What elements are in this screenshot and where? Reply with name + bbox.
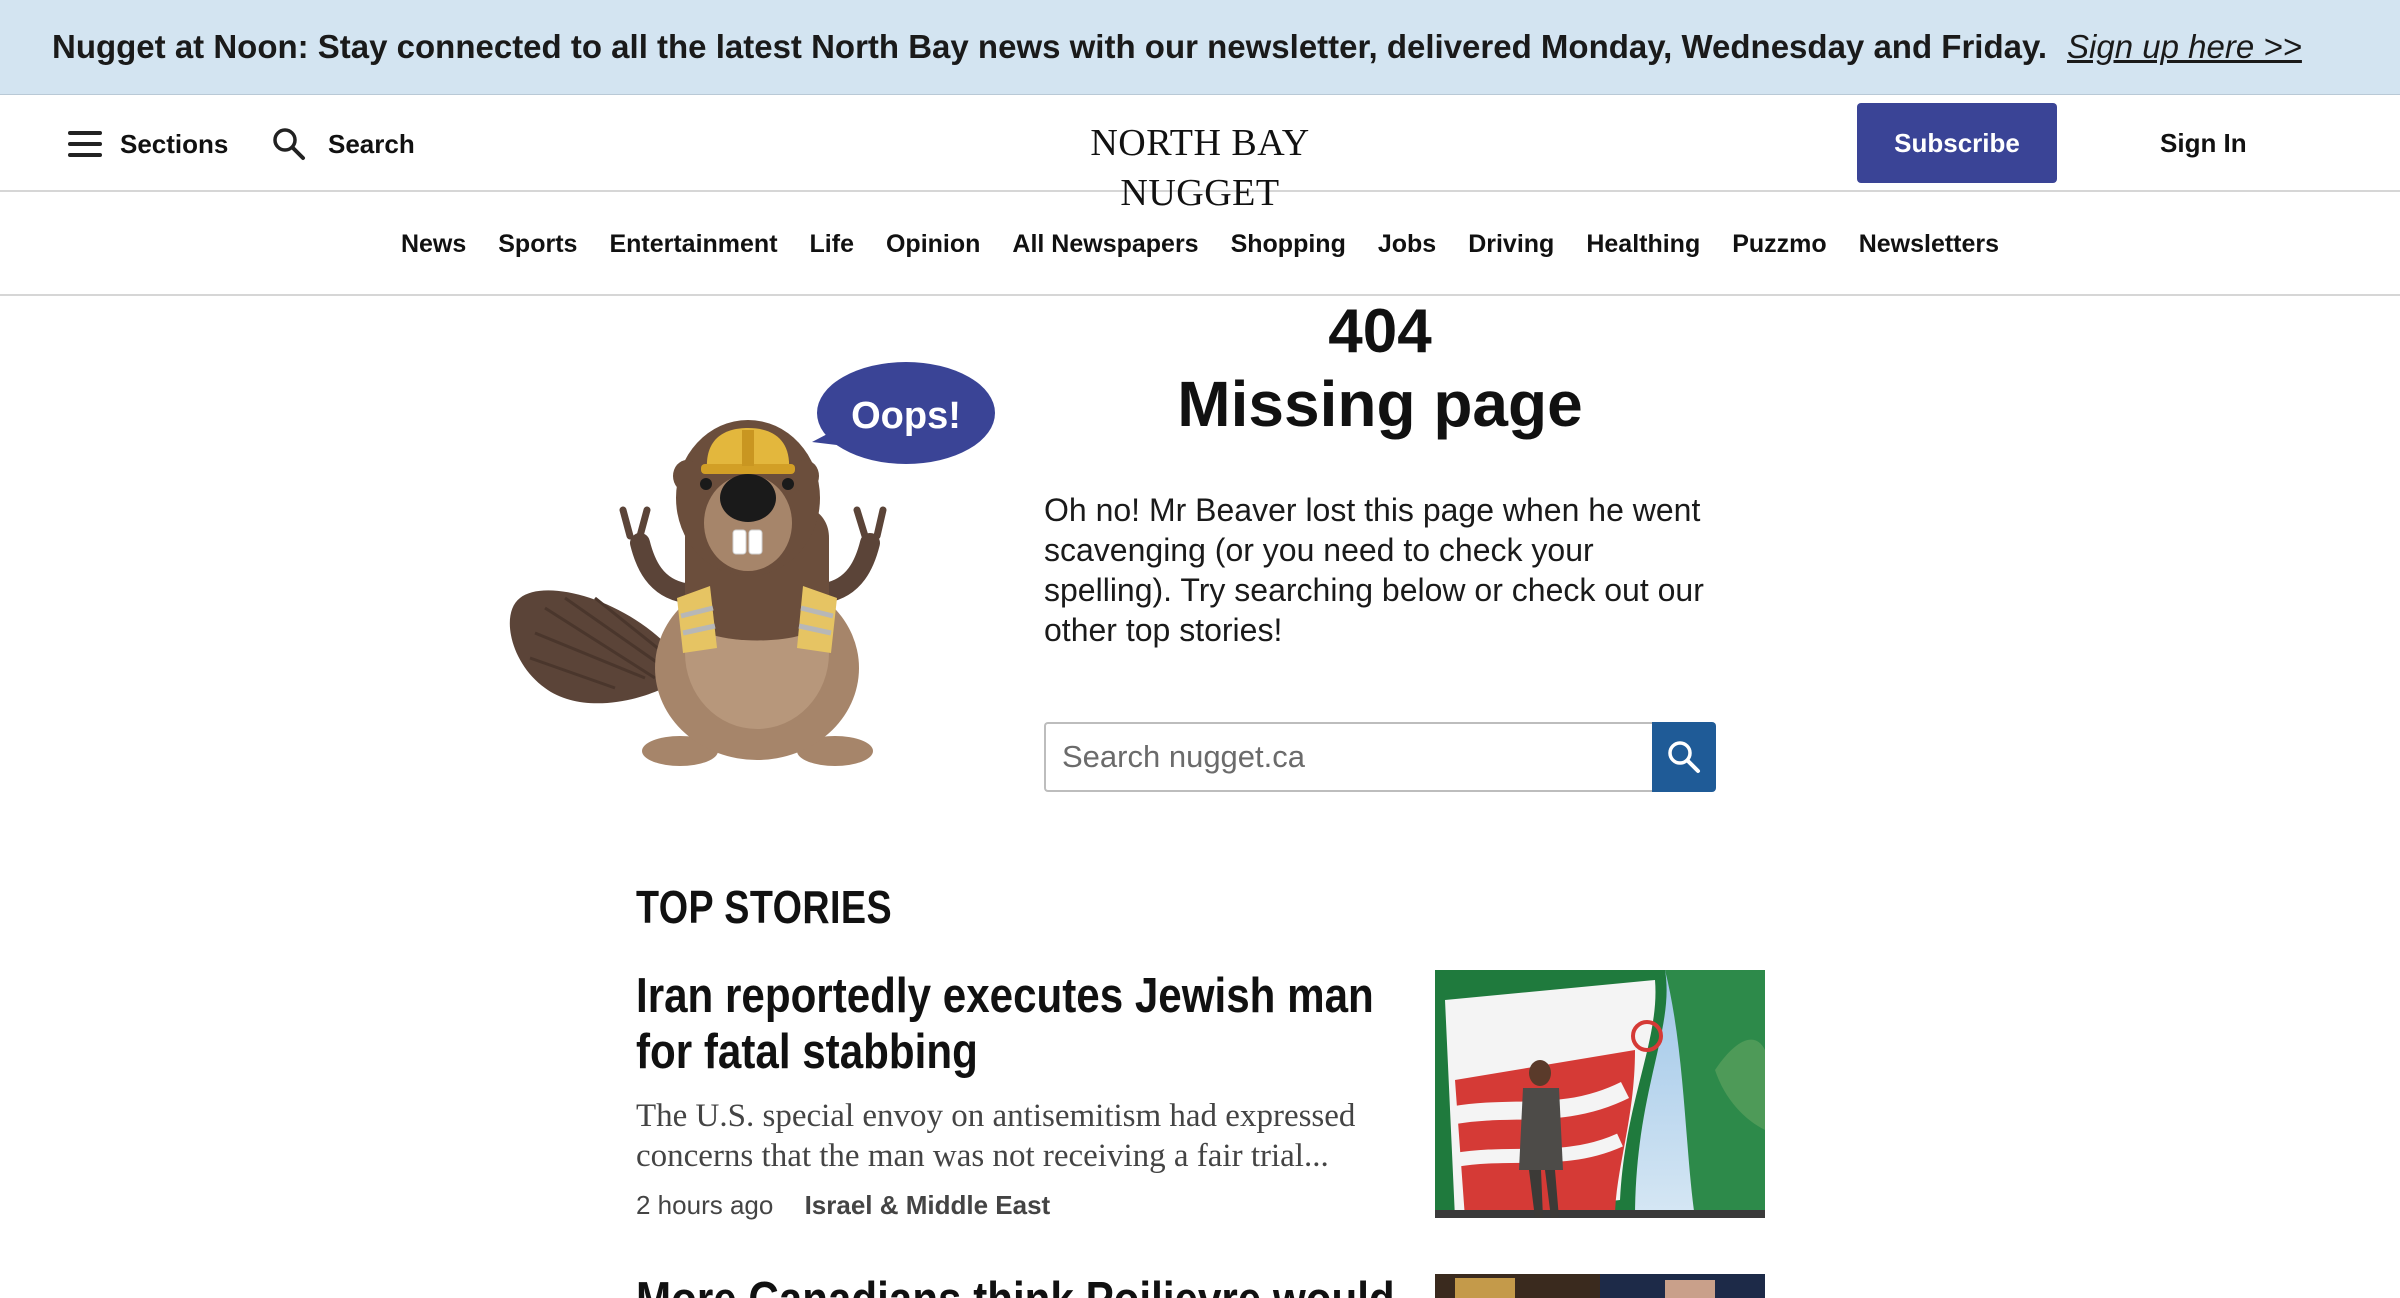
nav-item-healthing[interactable]: Healthing — [1570, 192, 1716, 296]
nav-item-opinion[interactable]: Opinion — [870, 192, 996, 296]
sign-in-button[interactable]: Sign In — [2160, 118, 2247, 168]
header-search-button[interactable]: Search — [272, 120, 415, 168]
newsletter-banner: Nugget at Noon: Stay connected to all th… — [0, 0, 2400, 95]
sections-button[interactable]: Sections — [68, 120, 228, 168]
story-image[interactable] — [1435, 970, 1765, 1218]
nav-item-entertainment[interactable]: Entertainment — [593, 192, 793, 296]
nav-item-jobs[interactable]: Jobs — [1362, 192, 1452, 296]
nav-item-news[interactable]: News — [385, 192, 482, 296]
nav-item-all-newspapers[interactable]: All Newspapers — [996, 192, 1214, 296]
main-nav: News Sports Entertainment Life Opinion A… — [0, 192, 2400, 296]
nav-item-sports[interactable]: Sports — [482, 192, 593, 296]
site-search-input[interactable] — [1044, 722, 1652, 792]
error-description: Oh no! Mr Beaver lost this page when he … — [1044, 492, 1704, 648]
subscribe-button[interactable]: Subscribe — [1857, 103, 2057, 183]
story-image[interactable] — [1435, 1274, 1765, 1298]
bubble-text: Oops! — [851, 395, 961, 437]
error-code: 404 — [1328, 297, 1432, 366]
story-meta: 2 hours ago Israel & Middle East — [636, 1190, 1416, 1221]
story-title[interactable]: More Canadians think Poilievre would — [636, 1272, 1410, 1298]
story-category[interactable]: Israel & Middle East — [805, 1190, 1051, 1220]
nav-item-newsletters[interactable]: Newsletters — [1843, 192, 2015, 296]
search-label: Search — [328, 128, 415, 159]
beaver-illustration: Oops! — [509, 362, 995, 766]
hamburger-icon — [68, 131, 102, 157]
nav-item-shopping[interactable]: Shopping — [1215, 192, 1362, 296]
story-item: Iran reportedly executes Jewish man for … — [636, 968, 1416, 1221]
sections-label: Sections — [120, 128, 229, 159]
nav-item-driving[interactable]: Driving — [1452, 192, 1570, 296]
search-icon — [1668, 741, 1700, 773]
nav-item-puzzmo[interactable]: Puzzmo — [1716, 192, 1842, 296]
beaver-tail — [509, 590, 680, 704]
speech-bubble: Oops! — [812, 362, 995, 464]
top-stories-heading: TOP STORIES — [636, 881, 893, 933]
site-search-submit-button[interactable] — [1652, 722, 1716, 792]
search-icon — [273, 128, 305, 160]
banner-signup-link[interactable]: Sign up here >> — [2067, 28, 2302, 66]
story-summary: The U.S. special envoy on antisemitism h… — [636, 1098, 1356, 1174]
story-timestamp: 2 hours ago — [636, 1190, 774, 1220]
banner-text: Nugget at Noon: Stay connected to all th… — [52, 28, 2048, 65]
error-title: Missing page — [1177, 368, 1583, 440]
story-title[interactable]: Iran reportedly executes Jewish man for … — [636, 968, 1410, 1080]
nav-item-life[interactable]: Life — [794, 192, 870, 296]
story-item: More Canadians think Poilievre would — [636, 1272, 1416, 1298]
